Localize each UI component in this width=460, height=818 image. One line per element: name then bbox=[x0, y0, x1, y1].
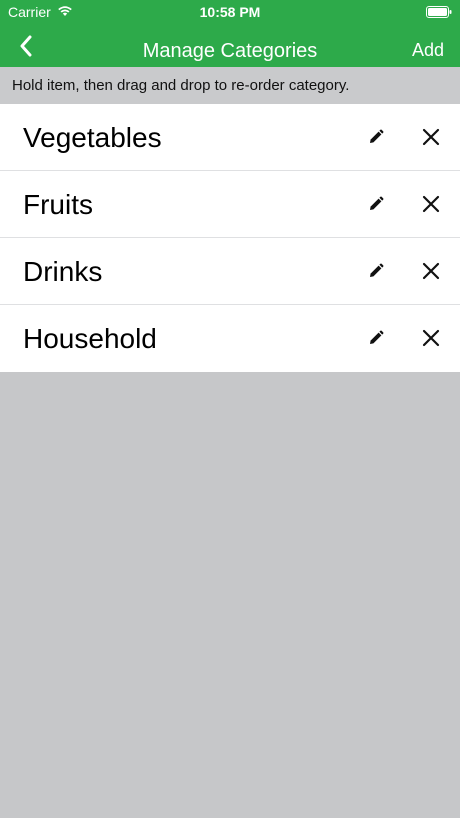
pencil-icon bbox=[370, 263, 384, 277]
edit-category-button[interactable] bbox=[365, 327, 387, 349]
status-bar: Carrier 10:58 PM bbox=[0, 0, 460, 24]
page-title: Manage Categories bbox=[142, 40, 318, 62]
edit-category-button[interactable] bbox=[365, 126, 387, 148]
pencil-icon bbox=[370, 129, 384, 143]
add-category-button[interactable]: Add bbox=[412, 40, 444, 61]
edit-category-button[interactable] bbox=[365, 193, 387, 215]
delete-category-button[interactable] bbox=[420, 327, 442, 349]
category-label: Vegetables bbox=[23, 122, 162, 153]
close-icon bbox=[422, 329, 440, 347]
top-bar: Carrier 10:58 PM Manage Categories Add bbox=[0, 0, 460, 67]
category-row-household[interactable]: Household bbox=[0, 305, 460, 372]
category-label: Drinks bbox=[23, 256, 103, 287]
category-label: Household bbox=[23, 323, 157, 354]
delete-category-button[interactable] bbox=[420, 260, 442, 282]
close-icon bbox=[422, 262, 440, 280]
close-icon bbox=[422, 128, 440, 146]
delete-category-button[interactable] bbox=[420, 126, 442, 148]
close-icon bbox=[422, 195, 440, 213]
pencil-icon bbox=[370, 196, 384, 210]
category-row-vegetables[interactable]: Vegetables bbox=[0, 104, 460, 171]
navigation-bar: Manage Categories Add bbox=[0, 28, 460, 67]
category-label: Fruits bbox=[23, 189, 93, 220]
reorder-hint: Hold item, then drag and drop to re-orde… bbox=[0, 67, 460, 104]
category-list: Vegetables Fruits Drinks Household bbox=[0, 104, 460, 372]
status-time: 10:58 PM bbox=[199, 4, 261, 20]
battery-icon bbox=[426, 5, 452, 18]
category-row-fruits[interactable]: Fruits bbox=[0, 171, 460, 238]
pencil-icon bbox=[370, 330, 384, 344]
delete-category-button[interactable] bbox=[420, 193, 442, 215]
category-row-drinks[interactable]: Drinks bbox=[0, 238, 460, 305]
edit-category-button[interactable] bbox=[365, 260, 387, 282]
